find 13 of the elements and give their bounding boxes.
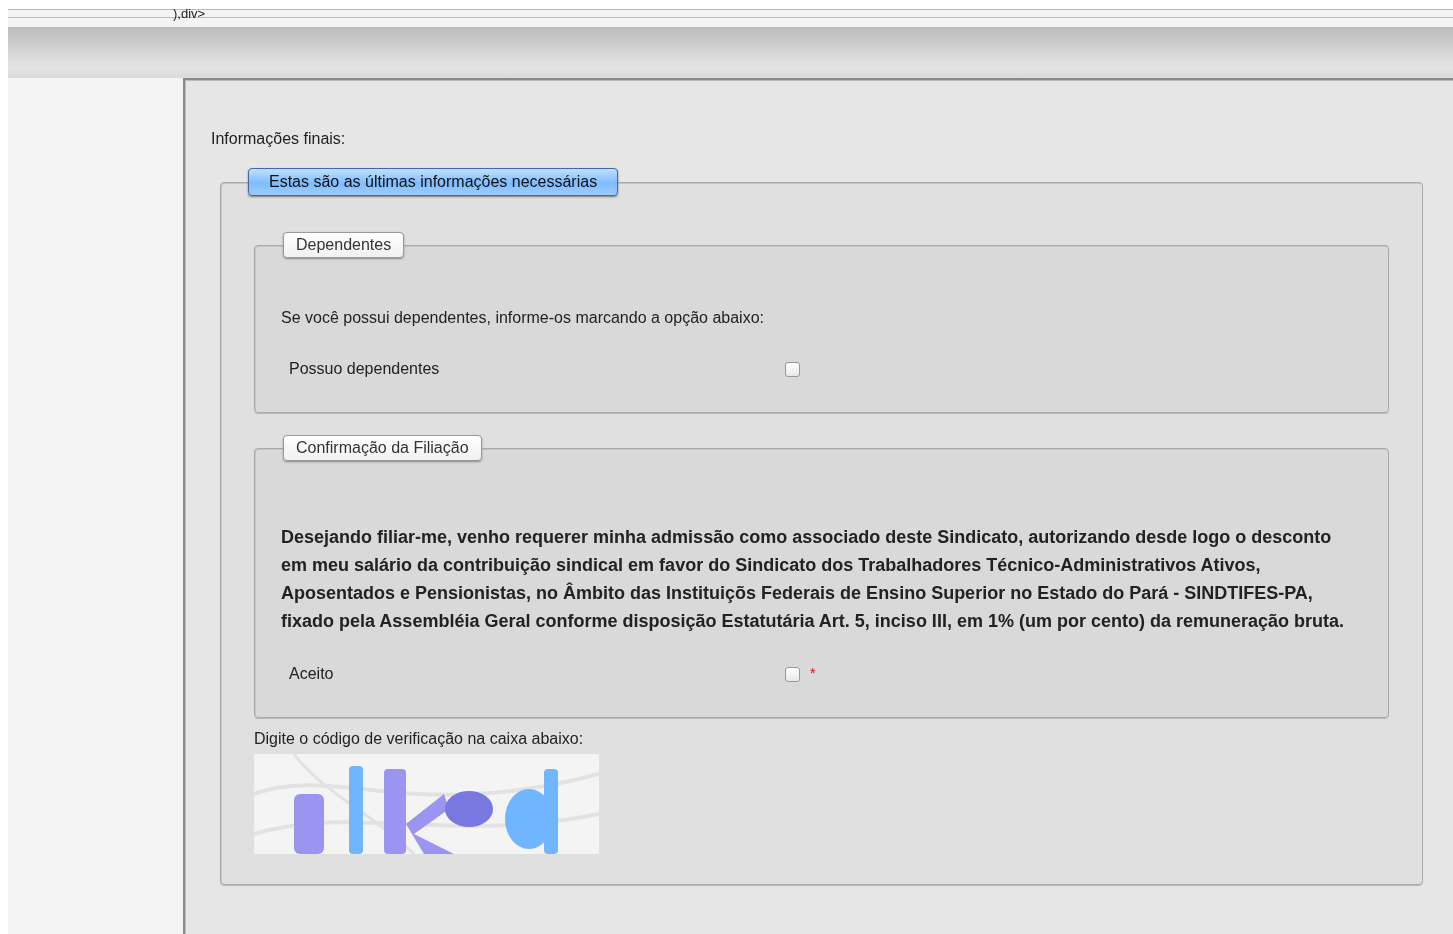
code-fragment: ),div> bbox=[173, 7, 206, 20]
checkbox[interactable] bbox=[785, 361, 800, 377]
group-legend: Confirmação da Filiação bbox=[283, 435, 482, 461]
section-legend: Estas são as últimas informações necessárias bbox=[248, 168, 619, 196]
checkbox[interactable] bbox=[785, 666, 800, 682]
group-description: Desejando filiar-me, venho requerer minha admissão como associado deste Sindicato, autorizando desde logo o desconto em meu salário da contribuição sindical em favor do Sindicato dos Trabalhadores Técnico-Administrativos Ativos, Aposentados e Pensionistas, no Âmbito das Instituiçõs Federais de Ensino Superior no Estado do Pará - SINDTIFES-PA, fixado pela Assembléia Geral conforme disposição Estatutária Art. 5, inciso III, em 1% (um por cento) da remuneração bruta. bbox=[281, 526, 1345, 633]
field-label: Possuo dependentes bbox=[289, 360, 441, 378]
captcha-instruction: Digite o código de verificação na caixa abaixo: bbox=[254, 730, 585, 748]
required-mark: * bbox=[810, 665, 816, 681]
intro-label: Informações finais: bbox=[211, 130, 347, 148]
group-description: Se você possui dependentes, informe-os marcando a opção abaixo: bbox=[281, 308, 765, 328]
group-legend: Dependentes bbox=[283, 232, 405, 258]
field-label: Aceito bbox=[289, 665, 335, 683]
